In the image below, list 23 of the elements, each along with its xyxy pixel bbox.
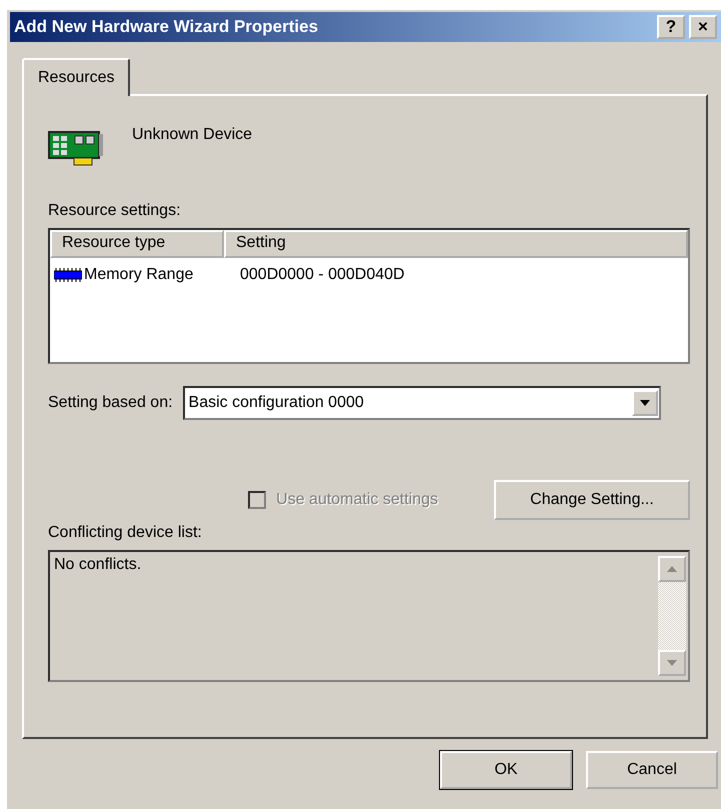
checkbox-label: Use automatic settings [276,491,438,509]
circuit-board-icon [48,130,104,168]
ok-button[interactable]: OK [440,751,572,789]
tab[interactable]: Resources [22,58,130,96]
column-header[interactable]: Setting [224,230,688,258]
cancel-button[interactable]: Cancel [586,751,718,789]
section-label: Resource settings: [48,202,182,220]
field-label: Setting based on: [48,394,173,412]
scroll-down-icon [667,660,677,666]
help-button[interactable]: ? [657,15,685,39]
table-cell: Memory Range [84,266,194,284]
close-button[interactable]: × [689,15,717,39]
device-name: Unknown Device [132,126,252,144]
change-setting-button[interactable]: Change Setting... [494,480,690,520]
scroll-up-icon [667,566,677,572]
column-header[interactable]: Resource type [50,230,224,258]
conflict-message: No conflicts. [53,555,142,575]
dropdown-arrow-icon [640,400,650,406]
table-cell-text: 000D0000 - 000D040D [239,266,405,284]
memory-chip-icon [54,268,82,282]
configuration-dropdown[interactable]: Basic configuration 0000 [182,386,661,420]
section-label: Conflicting device list: [48,524,203,542]
window-title: Add New Hardware Wizard Properties [14,17,318,37]
